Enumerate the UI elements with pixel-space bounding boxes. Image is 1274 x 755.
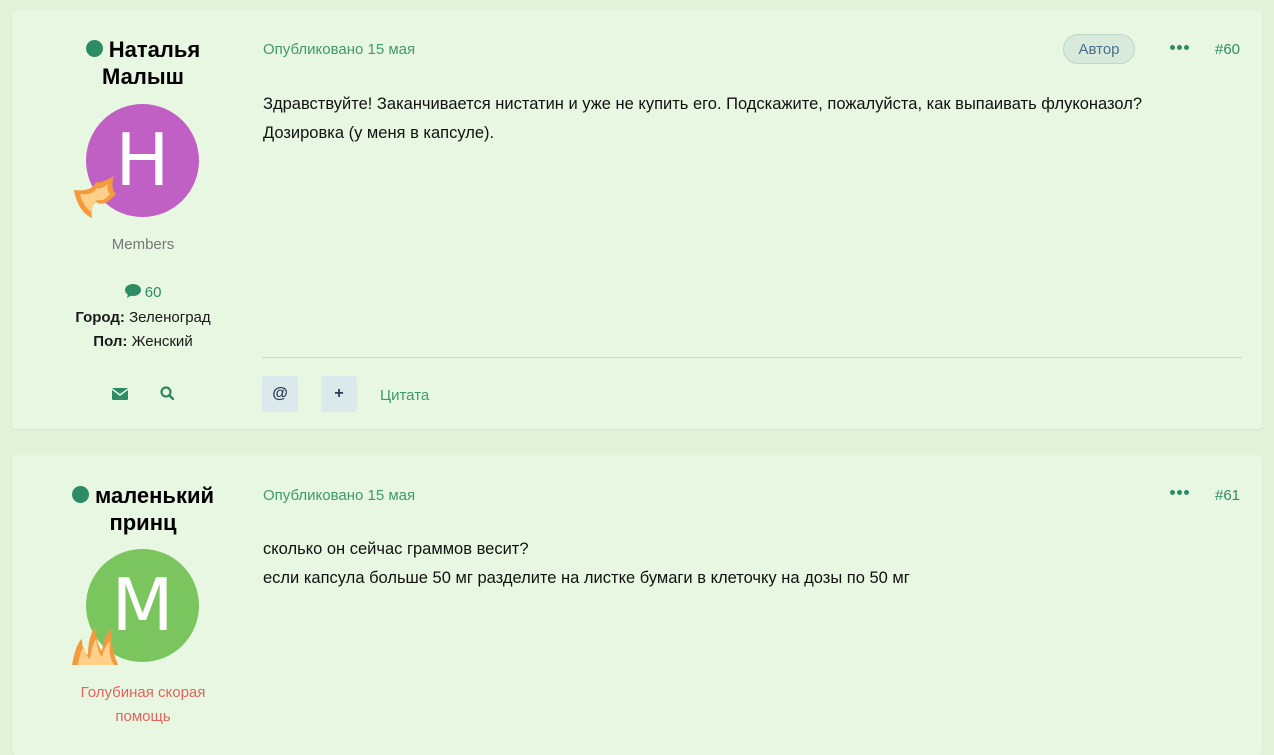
comment-icon	[124, 284, 141, 298]
member-group: Members	[111, 236, 175, 253]
ellipsis-icon	[1170, 45, 1175, 50]
ellipsis-icon	[1170, 490, 1175, 495]
online-indicator-icon	[85, 40, 103, 57]
online-indicator-icon	[71, 486, 89, 503]
author-name[interactable]: маленький принц	[52, 482, 234, 536]
message-button[interactable]	[111, 387, 129, 405]
envelope-icon	[111, 388, 129, 400]
content-line: если капсула больше 50 мг разделите на л…	[263, 569, 910, 587]
profile-field-city: Город: Зеленоград	[75, 309, 211, 326]
post-number[interactable]: #60	[1215, 41, 1240, 58]
forum-post: Наталья Малыш Н Members 60 Город: Зелено…	[12, 10, 1262, 429]
more-options-button[interactable]	[1170, 45, 1191, 50]
forum-post: маленький принц М Голубиная скорая помощ…	[12, 455, 1262, 755]
rank-badge-icon	[74, 176, 116, 218]
post-date[interactable]: Опубликовано 15 мая	[263, 41, 415, 58]
member-group: Голубиная скорая помощь	[80, 684, 206, 725]
find-content-button[interactable]	[160, 386, 175, 405]
post-count[interactable]: 60	[12, 284, 274, 301]
divider	[262, 357, 1242, 358]
avatar-letter: Н	[115, 118, 170, 202]
post-content: сколько он сейчас граммов весит? если ка…	[263, 535, 910, 593]
author-name[interactable]: Наталья Малыш	[52, 36, 234, 90]
author-badge: Автор	[1063, 34, 1135, 64]
more-options-button[interactable]	[1170, 490, 1191, 495]
quote-button[interactable]: Цитата	[380, 387, 429, 404]
content-line: Здравствуйте! Заканчивается нистатин и у…	[263, 95, 1143, 113]
post-content: Здравствуйте! Заканчивается нистатин и у…	[263, 90, 1142, 148]
mention-button[interactable]: @	[262, 376, 298, 412]
rank-badge-icon	[72, 627, 118, 665]
post-number[interactable]: #61	[1215, 487, 1240, 504]
avatar-letter: М	[111, 563, 174, 647]
author-actions	[12, 386, 274, 405]
profile-field-gender: Пол: Женский	[93, 333, 193, 350]
post-date[interactable]: Опубликовано 15 мая	[263, 487, 415, 504]
content-line: Дозировка (у меня в капсуле).	[263, 124, 495, 142]
search-icon	[160, 386, 175, 401]
content-line: сколько он сейчас граммов весит?	[263, 540, 529, 558]
multiquote-button[interactable]: +	[321, 376, 357, 412]
